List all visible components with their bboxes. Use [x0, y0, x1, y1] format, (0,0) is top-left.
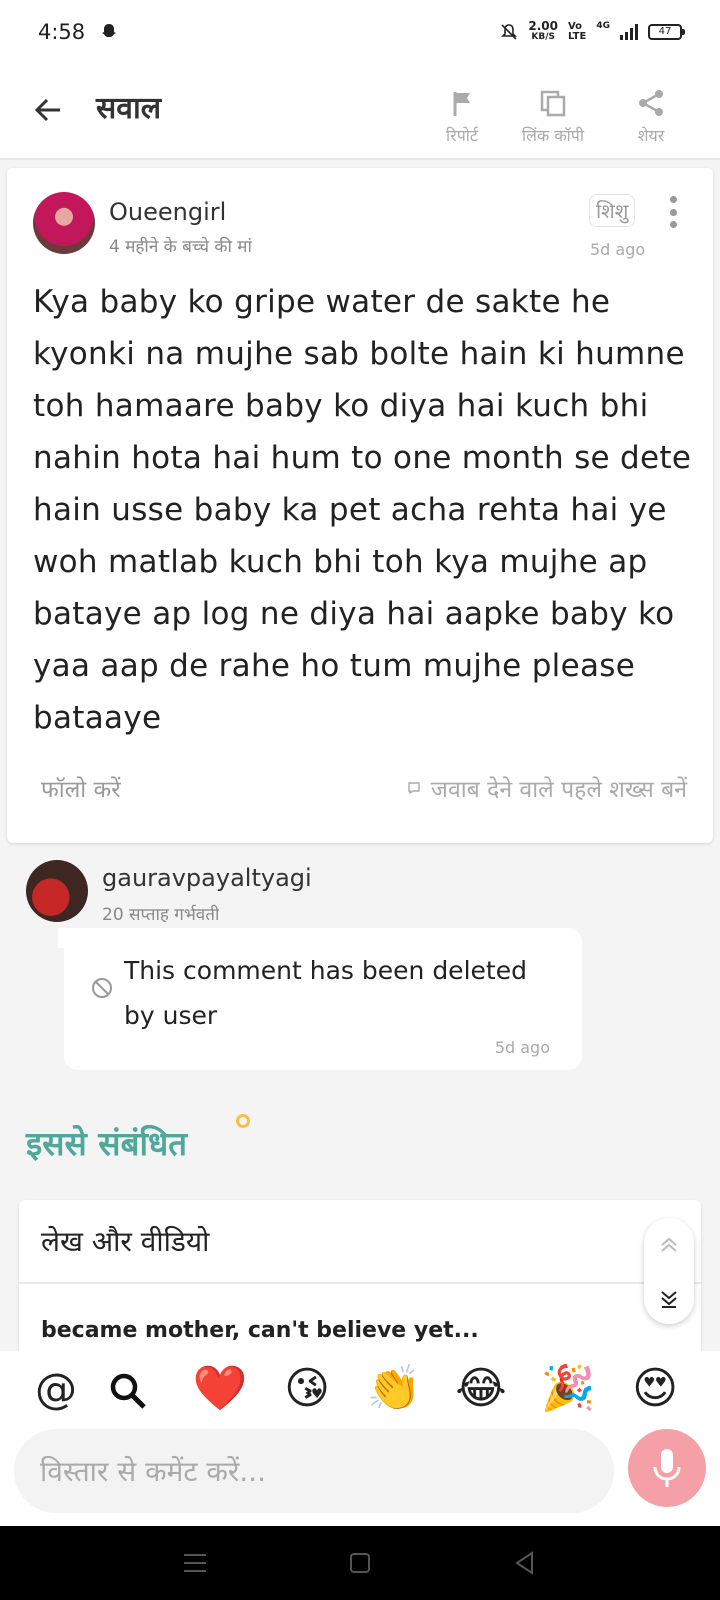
scroll-up-icon[interactable] [657, 1233, 681, 1257]
comment-avatar[interactable] [26, 860, 88, 922]
comment-time: 5d ago [494, 1038, 550, 1057]
comment-bubble: This comment has been deleted by user 5d… [58, 928, 582, 1070]
snapchat-icon [102, 24, 117, 37]
copy-link-label: लिंक कॉपी [522, 126, 585, 145]
share-label: शेयर [637, 126, 665, 145]
share-button[interactable]: शेयर [636, 88, 666, 146]
question-time: 5d ago [590, 240, 646, 259]
question-text: Kya baby ko gripe water de sakte he kyon… [33, 284, 692, 736]
menu-icon[interactable] [180, 1548, 210, 1578]
copy-link-button[interactable]: लिंक कॉपी [522, 88, 584, 146]
related-title: इससे संबंधित [26, 1124, 188, 1163]
system-nav-bar [0, 1526, 720, 1600]
mic-button[interactable] [628, 1429, 706, 1507]
mute-icon [501, 24, 518, 40]
battery-level: 47 [658, 26, 672, 37]
comment-author[interactable]: gauravpayaltyagi [102, 864, 312, 892]
related-section-heading: लेख और वीडियो [41, 1225, 210, 1258]
share-icon [639, 90, 663, 116]
report-button[interactable]: रिपोर्ट [446, 88, 478, 146]
network-type: 4G [596, 21, 610, 31]
signal-icon [620, 24, 638, 40]
network-speed: 2.00 KB/S [528, 19, 558, 42]
copy-icon [540, 90, 566, 117]
answer-first-button[interactable]: जवाब देने वाले पहले शख्स बनें [407, 772, 687, 804]
app-header: सवाल रिपोर्ट लिंक कॉपी शेयर [0, 64, 720, 160]
status-time: 4:58 [38, 20, 86, 44]
answer-first-label: जवाब देने वाले पहले शख्स बनें [430, 777, 687, 803]
comment-icon [408, 782, 420, 795]
battery-icon: 47 [648, 24, 685, 40]
heart-eyes-emoji-button[interactable]: 😍 [625, 1359, 685, 1419]
volte-indicator: Vo LTE [567, 21, 587, 42]
new-indicator-dot [236, 1114, 250, 1128]
topic-tag[interactable]: शिशु [589, 194, 636, 227]
heart-emoji-button[interactable]: ❤️ [190, 1359, 250, 1419]
mention-button[interactable]: @ [26, 1359, 86, 1419]
scroll-control [644, 1218, 694, 1324]
comment-composer: @ ❤️ 😘 👏 😂 🎉 😍 [0, 1351, 720, 1526]
clap-emoji-button[interactable]: 👏 [364, 1359, 424, 1419]
home-icon[interactable] [345, 1548, 375, 1578]
question-author[interactable]: Oueengirl [109, 198, 226, 226]
related-article-item[interactable]: became mother, can't believe yet... [41, 1318, 479, 1343]
emoji-bar: @ ❤️ 😘 👏 😂 🎉 😍 [0, 1351, 720, 1431]
comment-author-subtitle: 20 सप्ताह गर्भवती [102, 905, 220, 922]
question-card: Oueengirl 4 महीने के बच्चे की मां शिशु 5… [7, 168, 713, 843]
more-options-icon[interactable] [663, 196, 683, 228]
back-arrow-icon[interactable] [30, 92, 66, 128]
comment-input[interactable] [14, 1429, 614, 1513]
flag-icon [453, 92, 470, 116]
related-card: लेख और वीडियो became mother, can't belie… [19, 1200, 701, 1360]
avatar[interactable] [33, 192, 95, 254]
back-icon[interactable] [510, 1548, 540, 1578]
party-emoji-button[interactable]: 🎉 [538, 1359, 598, 1419]
scroll-down-icon[interactable] [657, 1286, 681, 1310]
comment-text: This comment has been deleted by user [124, 956, 527, 1030]
kiss-emoji-button[interactable]: 😘 [277, 1359, 337, 1419]
search-icon[interactable] [108, 1371, 148, 1411]
page-title: सवाल [96, 91, 162, 126]
blocked-icon [92, 978, 112, 998]
mic-icon [653, 1449, 681, 1487]
report-label: रिपोर्ट [446, 126, 478, 145]
divider [19, 1282, 701, 1284]
status-bar: 4:58 2.00 KB/S Vo LTE 4G 47 [0, 0, 720, 64]
follow-button[interactable]: फॉलो करें [41, 772, 121, 804]
author-subtitle: 4 महीने के बच्चे की मां [109, 237, 252, 257]
laugh-emoji-button[interactable]: 😂 [451, 1359, 511, 1419]
